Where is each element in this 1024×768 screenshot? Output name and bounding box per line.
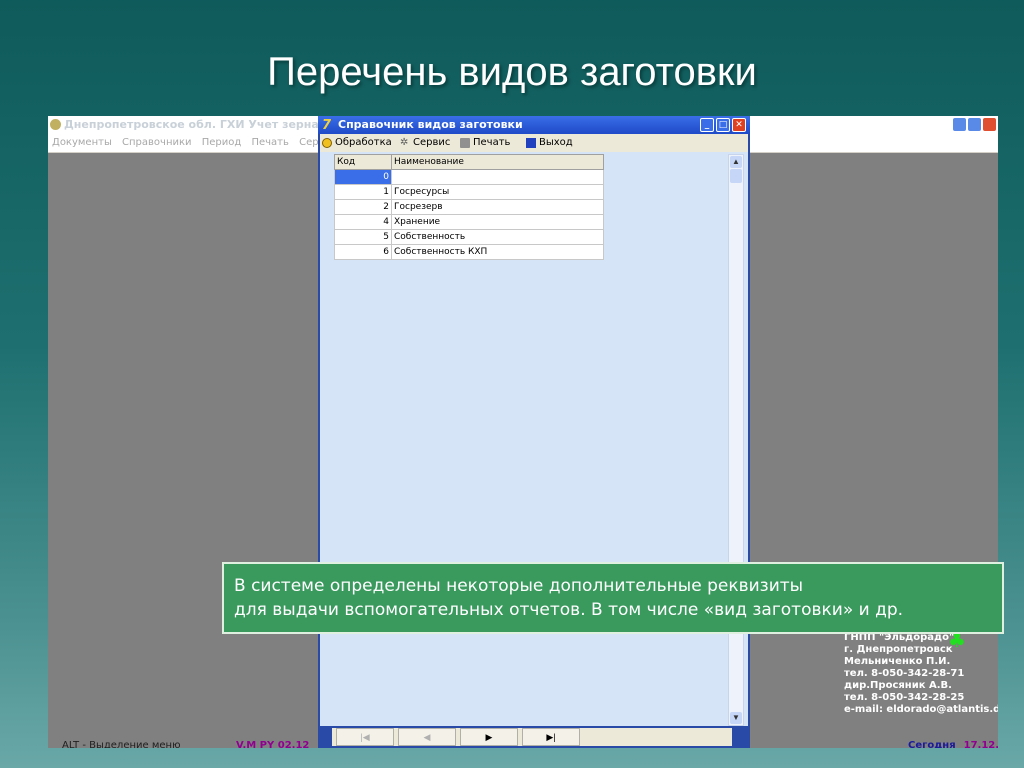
dialog-titlebar: 7 Справочник видов заготовки _ □ ✕ bbox=[318, 116, 750, 134]
minimize-icon[interactable]: _ bbox=[700, 118, 714, 132]
maximize-icon[interactable]: □ bbox=[716, 118, 730, 132]
table-row[interactable]: 2 Госрезерв bbox=[334, 199, 604, 215]
cell-name[interactable]: Собственность bbox=[391, 229, 604, 245]
dialog-content: Код Наименование 0 1 Госресурсы 2 Госрез… bbox=[320, 152, 748, 726]
status-hint: ALT - Выделение меню bbox=[62, 740, 181, 748]
first-record-button[interactable]: |◀ bbox=[336, 728, 394, 746]
cell-code[interactable]: 1 bbox=[334, 184, 392, 200]
credit-line: e-mail: eldorado@atlantis.dp.ua bbox=[844, 704, 998, 715]
menu-print[interactable]: Печать bbox=[251, 137, 288, 148]
last-record-button[interactable]: ▶| bbox=[522, 728, 580, 746]
vertical-scrollbar[interactable]: ▲ ▼ bbox=[728, 154, 744, 726]
print-label: Печать bbox=[473, 137, 511, 148]
process-icon bbox=[322, 138, 332, 148]
status-version: V.M PY 02.12 bbox=[236, 740, 310, 748]
cell-name[interactable] bbox=[391, 169, 604, 185]
developer-credits: ГНПП "Эльдорадо" г. Днепропетровск Мельн… bbox=[844, 628, 998, 716]
service-button[interactable]: ✲ Сервис bbox=[400, 134, 450, 152]
cell-name[interactable]: Госресурсы bbox=[391, 184, 604, 200]
table-row[interactable]: 6 Собственность КХП bbox=[334, 244, 604, 260]
directory-dialog: 7 Справочник видов заготовки _ □ ✕ Обраб… bbox=[318, 116, 750, 748]
column-header-name[interactable]: Наименование bbox=[391, 154, 604, 170]
process-button[interactable]: Обработка bbox=[322, 134, 392, 152]
exit-door-icon bbox=[526, 138, 536, 148]
table-row[interactable]: 1 Госресурсы bbox=[334, 184, 604, 200]
gear-icon: ✲ bbox=[400, 137, 409, 148]
cell-code[interactable]: 2 bbox=[334, 199, 392, 215]
cell-name[interactable]: Госрезерв bbox=[391, 199, 604, 215]
maximize-icon[interactable] bbox=[968, 118, 981, 131]
cell-name[interactable]: Собственность КХП bbox=[391, 244, 604, 260]
callout-box: В системе определены некоторые дополните… bbox=[222, 562, 1004, 634]
dialog-title: Справочник видов заготовки bbox=[338, 118, 523, 131]
app-logo-icon bbox=[50, 119, 61, 130]
next-record-button[interactable]: ▶ bbox=[460, 728, 518, 746]
status-date-label: Сегодня bbox=[908, 740, 956, 748]
minimize-icon[interactable] bbox=[953, 118, 966, 131]
credit-line: дир.Просяник А.В. bbox=[844, 680, 952, 691]
menu-period[interactable]: Период bbox=[202, 137, 242, 148]
cell-code[interactable]: 6 bbox=[334, 244, 392, 260]
eldorado-logo-icon: ♣ bbox=[948, 628, 966, 652]
menu-directories[interactable]: Справочники bbox=[122, 137, 192, 148]
credit-line: тел. 8-050-342-28-25 bbox=[844, 692, 965, 703]
service-label: Сервис bbox=[413, 137, 451, 148]
prev-record-button[interactable]: ◀ bbox=[398, 728, 456, 746]
cell-code[interactable]: 5 bbox=[334, 229, 392, 245]
cell-name[interactable]: Хранение bbox=[391, 214, 604, 230]
table-row[interactable]: 4 Хранение bbox=[334, 214, 604, 230]
slide-title: Перечень видов заготовки bbox=[267, 50, 757, 94]
menu-documents[interactable]: Документы bbox=[52, 137, 112, 148]
printer-icon bbox=[460, 138, 470, 148]
background-app-title: Днепропетровское обл. ГХИ Учет зерна 200 bbox=[64, 118, 346, 131]
table-row[interactable]: 5 Собственность bbox=[334, 229, 604, 245]
table-row[interactable]: 0 bbox=[334, 169, 604, 185]
scroll-down-icon[interactable]: ▼ bbox=[730, 712, 742, 724]
process-label: Обработка bbox=[335, 137, 392, 148]
cell-code[interactable]: 4 bbox=[334, 214, 392, 230]
cell-code[interactable]: 0 bbox=[334, 169, 392, 185]
background-window-controls bbox=[953, 118, 996, 131]
callout-line: В системе определены некоторые дополните… bbox=[234, 576, 804, 596]
scroll-thumb[interactable] bbox=[730, 169, 742, 183]
status-date-value: 17.12.09 bbox=[963, 740, 998, 748]
column-header-code[interactable]: Код bbox=[334, 154, 392, 170]
print-button[interactable]: Печать bbox=[460, 134, 510, 152]
dialog-window-controls: _ □ ✕ bbox=[700, 118, 746, 132]
dialog-toolbar: Обработка ✲ Сервис Печать Выход bbox=[320, 134, 748, 152]
credit-line: тел. 8-050-342-28-71 bbox=[844, 668, 965, 679]
record-navigator: |◀ ◀ ▶ ▶| bbox=[332, 728, 732, 746]
callout-line: для выдачи вспомогательных отчетов. В то… bbox=[234, 600, 904, 620]
credit-line: Мельниченко П.И. bbox=[844, 656, 951, 667]
exit-button[interactable]: Выход bbox=[526, 134, 573, 152]
credit-line: г. Днепропетровск bbox=[844, 644, 953, 655]
scroll-up-icon[interactable]: ▲ bbox=[730, 156, 742, 168]
exit-label: Выход bbox=[539, 137, 573, 148]
status-date: Сегодня 17.12.09 bbox=[908, 740, 998, 748]
dialog-logo-icon: 7 bbox=[322, 118, 332, 133]
directory-grid: Код Наименование 0 1 Госресурсы 2 Госрез… bbox=[334, 154, 604, 260]
close-icon[interactable] bbox=[983, 118, 996, 131]
close-icon[interactable]: ✕ bbox=[732, 118, 746, 132]
